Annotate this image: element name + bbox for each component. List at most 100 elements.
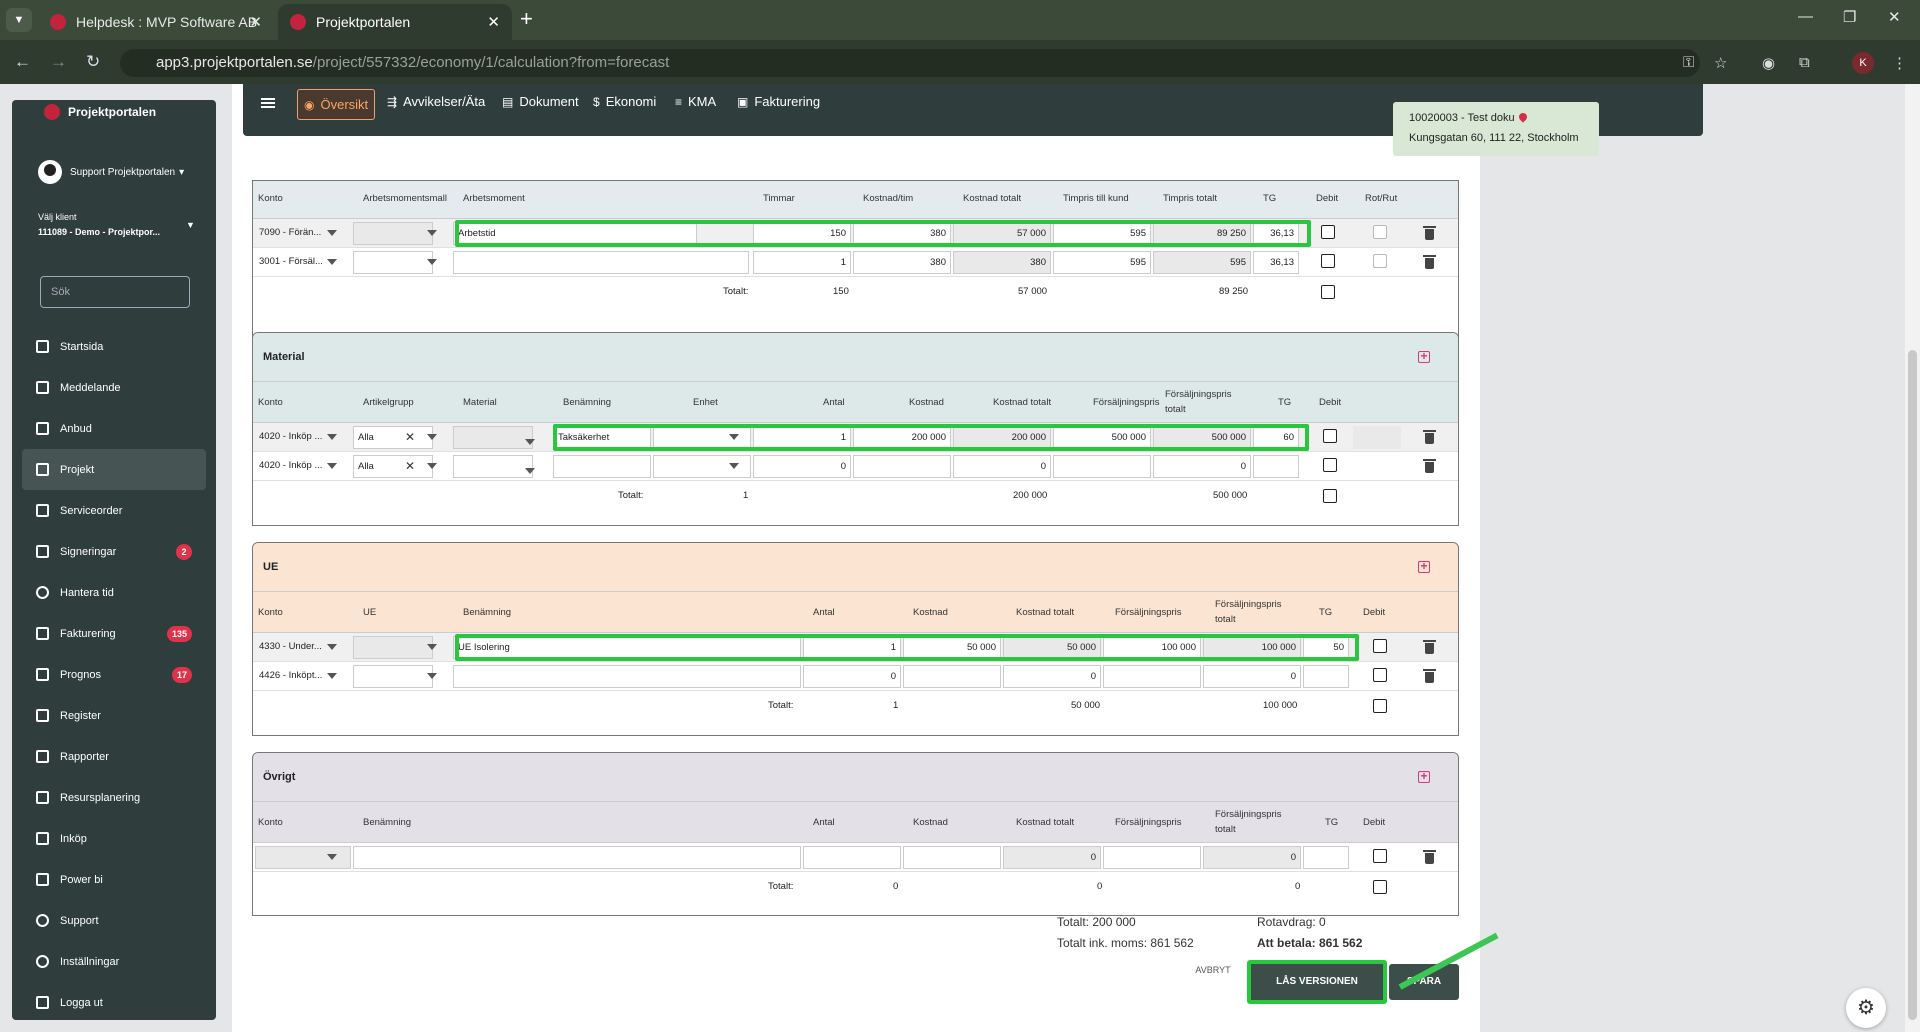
quantity-input[interactable] <box>803 846 901 869</box>
sidebar-item-serviceorder[interactable]: Serviceorder <box>22 490 206 531</box>
add-row-icon[interactable]: + <box>1418 560 1430 573</box>
debit-checkbox[interactable] <box>1373 668 1387 682</box>
debit-all-checkbox[interactable] <box>1323 489 1337 503</box>
account-select[interactable]: 4330 - Under... <box>255 636 353 659</box>
ue-select[interactable] <box>353 665 433 688</box>
account-select[interactable]: 4426 - Inköpt... <box>255 665 353 688</box>
ue-select[interactable] <box>353 636 433 659</box>
scrollbar-thumb[interactable] <box>1908 350 1917 1020</box>
trash-icon[interactable] <box>1423 640 1436 654</box>
cost-input[interactable] <box>903 846 1001 869</box>
sales-price-input[interactable] <box>1103 665 1201 688</box>
settings-gear-icon[interactable]: ⚙ <box>1846 988 1886 1028</box>
add-row-icon[interactable]: + <box>1418 350 1430 363</box>
sidebar-item-power-bi[interactable]: Power bi <box>22 859 206 900</box>
account-select[interactable]: 3001 - Försäl... <box>255 251 353 274</box>
key-icon[interactable]: ⚿ <box>1683 54 1694 71</box>
bookmark-star-icon[interactable]: ☆ <box>1714 54 1727 72</box>
restore-icon[interactable]: ❐ <box>1843 8 1856 26</box>
tab-fakturering[interactable]: ▣ Fakturering <box>737 94 820 109</box>
sidebar-item-projekt[interactable]: Projekt <box>22 449 206 490</box>
url-input[interactable]: app3.projektportalen.se/project/557332/e… <box>120 49 1700 77</box>
tab-kma[interactable]: ≡ KMA <box>675 94 716 109</box>
description-input[interactable] <box>353 846 801 869</box>
lock-version-button[interactable]: LÅS VERSIONEN <box>1247 960 1387 1004</box>
clear-icon[interactable]: ✕ <box>405 430 415 444</box>
trash-icon[interactable] <box>1423 255 1436 269</box>
close-tab-icon[interactable]: ✕ <box>249 13 262 31</box>
sidebar-item-meddelande[interactable]: Meddelande <box>22 367 206 408</box>
extension-icon[interactable]: ◉ <box>1762 54 1775 72</box>
description-input[interactable] <box>553 455 651 478</box>
template-select[interactable] <box>353 222 433 245</box>
sidebar-item-inkop[interactable]: Inköp <box>22 818 206 859</box>
sidebar-item-fakturering[interactable]: Fakturering 135 <box>22 613 206 654</box>
account-select[interactable]: 4020 - Inköp ... <box>255 455 353 478</box>
trash-icon[interactable] <box>1423 226 1436 240</box>
tab-ekonomi[interactable]: $ Ekonomi <box>593 94 656 109</box>
tab-search-button[interactable]: ▼ <box>6 8 32 32</box>
debit-all-checkbox[interactable] <box>1373 699 1387 713</box>
sidebar-item-register[interactable]: Register <box>22 695 206 736</box>
reload-icon[interactable]: ↻ <box>86 52 100 72</box>
quantity-input[interactable]: 0 <box>803 665 901 688</box>
debit-checkbox[interactable] <box>1323 429 1337 443</box>
article-group-select[interactable]: Alla <box>353 426 433 449</box>
tab-avvikelser[interactable]: ⇶ Avvikelser/Äta <box>387 94 485 109</box>
profile-avatar[interactable]: K <box>1852 52 1874 74</box>
template-select[interactable] <box>353 251 433 274</box>
close-tab-icon[interactable]: ✕ <box>487 13 500 31</box>
tg-input[interactable] <box>1303 846 1349 869</box>
sidebar-item-hantera-tid[interactable]: Hantera tid <box>22 572 206 613</box>
back-icon[interactable]: ← <box>14 52 31 72</box>
sidebar-item-rapporter[interactable]: Rapporter <box>22 736 206 777</box>
rot-rut-checkbox[interactable] <box>1373 225 1387 239</box>
account-select[interactable]: 7090 - Förän... <box>255 222 353 245</box>
description-input[interactable] <box>453 665 801 688</box>
add-row-icon[interactable]: + <box>1418 770 1430 783</box>
browser-tab-projektportalen[interactable]: Projektportalen ✕ <box>278 4 512 40</box>
sidebar-item-support[interactable]: Support <box>22 900 206 941</box>
tg-input[interactable] <box>1303 665 1349 688</box>
article-group-select[interactable]: Alla <box>353 455 433 478</box>
cancel-button[interactable]: AVBRYT <box>1185 952 1241 988</box>
sales-price-input[interactable] <box>1053 455 1151 478</box>
puzzle-icon[interactable]: ⧉ <box>1799 54 1810 71</box>
project-card[interactable]: 10020003 - Test doku Kungsgatan 60, 111 … <box>1393 102 1599 156</box>
debit-checkbox[interactable] <box>1373 639 1387 653</box>
trash-icon[interactable] <box>1423 850 1436 864</box>
window-close-icon[interactable]: ✕ <box>1888 8 1901 26</box>
browser-tab-helpdesk[interactable]: Helpdesk : MVP Software AB ✕ <box>38 4 274 40</box>
tab-dokument[interactable]: ▤ Dokument <box>502 94 579 109</box>
trash-icon[interactable] <box>1423 669 1436 683</box>
rot-rut-checkbox[interactable] <box>1373 254 1387 268</box>
hourly-price-input[interactable]: 595 <box>1053 251 1151 274</box>
client-select[interactable]: Välj klient 111089 - Demo - Projektpor..… <box>38 210 195 240</box>
debit-checkbox[interactable] <box>1323 458 1337 472</box>
debit-all-checkbox[interactable] <box>1373 880 1387 894</box>
cost-input[interactable] <box>903 665 1001 688</box>
tg-input[interactable] <box>1253 455 1299 478</box>
browser-menu-icon[interactable]: ⋮ <box>1892 54 1907 72</box>
sidebar-item-anbud[interactable]: Anbud <box>22 408 206 449</box>
brand-logo[interactable]: Projektportalen <box>44 104 156 120</box>
material-select[interactable] <box>453 426 533 449</box>
account-select[interactable]: 4020 - Inköp ... <box>255 426 353 449</box>
work-moment-input[interactable] <box>453 251 749 274</box>
debit-checkbox[interactable] <box>1373 849 1387 863</box>
material-select[interactable] <box>453 455 533 478</box>
sidebar-item-startsida[interactable]: Startsida <box>22 326 206 367</box>
debit-checkbox[interactable] <box>1321 254 1335 268</box>
cost-per-hour-input[interactable]: 380 <box>853 251 951 274</box>
forward-icon[interactable]: → <box>50 52 67 72</box>
quantity-input[interactable]: 0 <box>753 455 851 478</box>
minimize-icon[interactable]: — <box>1798 8 1813 25</box>
trash-icon[interactable] <box>1423 459 1436 473</box>
sidebar-item-prognos[interactable]: Prognos 17 <box>22 654 206 695</box>
search-input[interactable]: Sök <box>40 276 190 308</box>
debit-checkbox[interactable] <box>1321 225 1335 239</box>
sidebar-item-signeringar[interactable]: Signeringar 2 <box>22 531 206 572</box>
sidebar-item-logga-ut[interactable]: Logga ut <box>22 982 206 1023</box>
trash-icon[interactable] <box>1423 430 1436 444</box>
tg-input[interactable]: 36,13 <box>1253 251 1299 274</box>
